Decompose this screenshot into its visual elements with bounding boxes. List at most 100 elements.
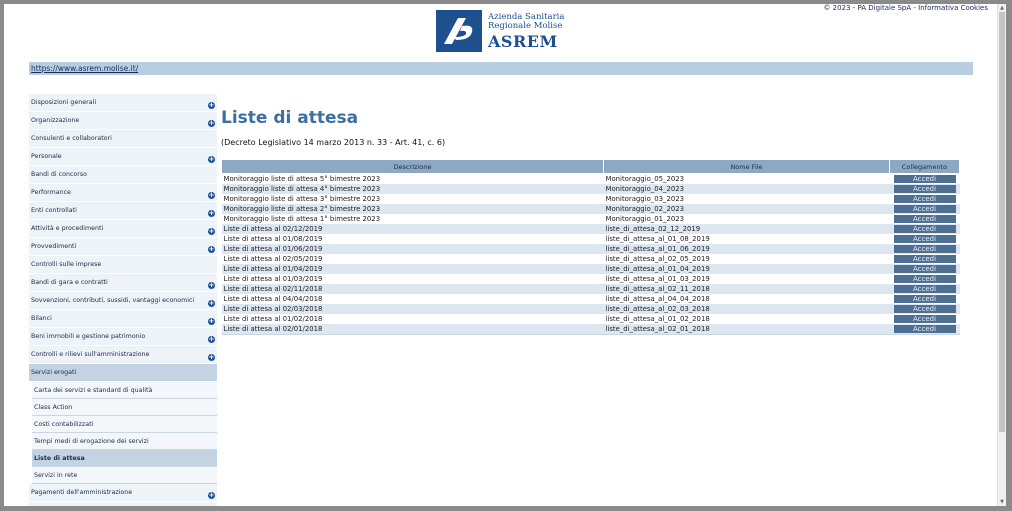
cell-filename: liste_di_attesa_al_02_05_2019 bbox=[605, 255, 710, 263]
sidebar-item-consulenti-e-collaboratori[interactable]: Consulenti e collaboratori bbox=[29, 130, 217, 148]
plus-circle-icon[interactable]: + bbox=[208, 336, 215, 343]
table-row: Liste di attesa al 01/02/2018 liste_di_at… bbox=[222, 314, 960, 324]
table-row: Monitoraggio liste di attesa 4° bimestre… bbox=[221, 184, 960, 194]
plus-circle-icon[interactable]: + bbox=[208, 228, 215, 235]
sidebar-item-controlli-e-rilievi-sull-amministrazione[interactable]: Controlli e rilievi sull'amministrazione… bbox=[29, 346, 217, 364]
sidebar-item-sovvenzioni-contributi-sussidi-vantaggi-economici[interactable]: Sovvenzioni, contributi, sussidi, vantag… bbox=[29, 292, 217, 310]
sidebar-item-performance[interactable]: Performance + bbox=[29, 184, 217, 202]
plus-circle-icon[interactable]: + bbox=[208, 354, 215, 361]
column-header-link: Collegamento bbox=[889, 159, 960, 174]
cell-filename: Monitoraggio_01_2023 bbox=[605, 215, 685, 223]
cell-description: Liste di attesa al 02/05/2019 bbox=[223, 255, 323, 263]
cell-filename: liste_di_attesa_02_12_2019 bbox=[603, 224, 890, 234]
cell-link: Accedi bbox=[889, 324, 960, 335]
accedi-button[interactable]: Accedi bbox=[893, 205, 956, 213]
plus-circle-icon[interactable]: + bbox=[208, 156, 215, 163]
accedi-button[interactable]: Accedi bbox=[893, 225, 956, 233]
cell-link: Accedi bbox=[889, 304, 960, 314]
plus-circle-icon[interactable]: + bbox=[208, 282, 215, 289]
sidebar-item-label: Disposizioni generali bbox=[31, 99, 97, 106]
sidebar-subitem-label: Class Action bbox=[34, 404, 73, 411]
table-row: Liste di attesa al 01/04/2019 liste_di_at… bbox=[221, 264, 960, 274]
accedi-button[interactable]: Accedi bbox=[893, 255, 956, 263]
accedi-button[interactable]: Accedi bbox=[893, 275, 956, 283]
sidebar-item-controlli-sulle-imprese[interactable]: Controlli sulle imprese bbox=[29, 256, 217, 274]
asrem-logo[interactable]: Azienda Sanitaria Regionale Molise ASREM bbox=[436, 10, 566, 58]
scroll-up-icon[interactable]: ▲ bbox=[998, 4, 1006, 12]
accedi-button[interactable]: Accedi bbox=[893, 285, 956, 293]
sidebar-item-beni-immobili-e-gestione-patrimonio[interactable]: Beni immobili e gestione patrimonio + bbox=[29, 328, 217, 346]
accedi-button[interactable]: Accedi bbox=[893, 265, 956, 273]
sidebar-item-enti-controllati[interactable]: Enti controllati + bbox=[29, 202, 217, 220]
sidebar-item-pagamenti-dell-amministrazione[interactable]: Pagamenti dell'amministrazione + bbox=[29, 484, 217, 502]
accedi-button[interactable]: Accedi bbox=[893, 325, 956, 333]
cell-description: Liste di attesa al 01/03/2019 bbox=[223, 275, 323, 283]
cell-link: Accedi bbox=[889, 244, 960, 254]
cell-description: Liste di attesa al 02/01/2018 bbox=[221, 324, 604, 335]
cell-filename: Monitoraggio_04_2023 bbox=[603, 184, 890, 194]
site-url-link[interactable]: https://www.asrem.molise.it/ bbox=[31, 64, 138, 73]
sidebar-item-opere-pubbliche[interactable]: Opere pubbliche+ bbox=[29, 502, 217, 506]
sidebar-subitem-tempi-medi-di-erogazione-dei-servizi[interactable]: Tempi medi di erogazione dei servizi bbox=[32, 433, 217, 450]
sidebar-item-provvedimenti[interactable]: Provvedimenti + bbox=[29, 238, 217, 256]
sidebar-subitem-costi-contabilizzati[interactable]: Costi contabilizzati bbox=[32, 416, 217, 433]
cell-description: Liste di attesa al 02/12/2019 bbox=[221, 224, 604, 234]
sidebar-subitem-servizi-in-rete[interactable]: Servizi in rete bbox=[32, 467, 217, 484]
cell-filename: liste_di_attesa_al_02_11_2018 bbox=[603, 284, 890, 294]
plus-circle-icon[interactable]: + bbox=[208, 102, 215, 109]
accedi-button[interactable]: Accedi bbox=[893, 215, 956, 223]
cell-link: Accedi bbox=[889, 184, 960, 194]
accedi-button[interactable]: Accedi bbox=[893, 235, 956, 243]
accedi-button[interactable]: Accedi bbox=[893, 185, 956, 193]
table-row: Liste di attesa al 02/12/2019 liste_di_at… bbox=[221, 224, 960, 234]
accedi-button[interactable]: Accedi bbox=[893, 195, 956, 203]
accedi-button[interactable]: Accedi bbox=[893, 175, 956, 183]
sidebar-nav: Disposizioni generali + Organizzazione + Con… bbox=[29, 94, 217, 506]
accedi-button[interactable]: Accedi bbox=[893, 295, 956, 303]
copyright-link[interactable]: © 2023 - PA Digitale SpA - Informativa C… bbox=[823, 4, 988, 12]
sidebar-item-personale[interactable]: Personale + bbox=[29, 148, 217, 166]
accedi-button[interactable]: Accedi bbox=[893, 305, 956, 313]
sidebar-item-servizi-erogati[interactable]: Servizi erogati bbox=[29, 364, 217, 382]
cell-description: Liste di attesa al 02/03/2018 bbox=[221, 304, 604, 314]
scroll-down-icon[interactable]: ▼ bbox=[998, 498, 1006, 506]
cell-description: Monitoraggio liste di attesa 2° bimestre… bbox=[221, 204, 604, 214]
table-header-row: Descrizione Nome File Collegamento bbox=[221, 159, 960, 174]
sidebar-item-label: Controlli sulle imprese bbox=[31, 261, 102, 268]
plus-circle-icon[interactable]: + bbox=[208, 192, 215, 199]
sidebar-subitem-label: Servizi in rete bbox=[34, 472, 78, 479]
sidebar-item-bandi-di-gara-e-contratti[interactable]: Bandi di gara e contratti + bbox=[29, 274, 217, 292]
sidebar-item-bandi-di-concorso[interactable]: Bandi di concorso bbox=[29, 166, 217, 184]
sidebar-subitem-label: Tempi medi di erogazione dei servizi bbox=[34, 438, 149, 445]
sidebar-item-label: Attività e procedimenti bbox=[31, 225, 104, 232]
plus-circle-icon[interactable]: + bbox=[208, 300, 215, 307]
plus-circle-icon[interactable]: + bbox=[208, 246, 215, 253]
cell-description: Monitoraggio liste di attesa 4° bimestre… bbox=[221, 184, 604, 194]
plus-circle-icon[interactable]: + bbox=[208, 210, 215, 217]
plus-circle-icon[interactable]: + bbox=[208, 318, 215, 325]
cell-link: Accedi bbox=[889, 204, 960, 214]
table-row: Liste di attesa al 02/01/2018 liste_di_at… bbox=[221, 324, 960, 335]
cell-link: Accedi bbox=[889, 284, 960, 294]
cell-filename: liste_di_attesa_al_02_01_2018 bbox=[603, 324, 890, 335]
plus-circle-icon[interactable]: + bbox=[208, 120, 215, 127]
sidebar-item-attivit-e-procedimenti[interactable]: Attività e procedimenti + bbox=[29, 220, 217, 238]
plus-circle-icon[interactable]: + bbox=[208, 492, 215, 499]
sidebar-item-disposizioni-generali[interactable]: Disposizioni generali + bbox=[29, 94, 217, 112]
sidebar-subitem-carta-dei-servizi-e-standard-di-qualit[interactable]: Carta dei servizi e standard di qualità bbox=[32, 382, 217, 399]
asrem-logo-icon bbox=[436, 10, 482, 52]
vertical-scrollbar[interactable]: ▲ ▼ bbox=[997, 4, 1006, 506]
table-row: Liste di attesa al 01/03/2019 liste_di_at… bbox=[222, 274, 960, 284]
sidebar-subitem-liste-di-attesa[interactable]: Liste di attesa bbox=[32, 450, 217, 467]
sidebar-item-bilanci[interactable]: Bilanci + bbox=[29, 310, 217, 328]
sidebar-item-organizzazione[interactable]: Organizzazione + bbox=[29, 112, 217, 130]
accedi-button[interactable]: Accedi bbox=[893, 245, 956, 253]
sidebar-subitem-class-action[interactable]: Class Action bbox=[32, 399, 217, 416]
cell-filename: liste_di_attesa_al_01_08_2019 bbox=[605, 235, 710, 243]
accedi-button[interactable]: Accedi bbox=[893, 315, 956, 323]
cell-description: Liste di attesa al 04/04/2018 bbox=[223, 295, 323, 303]
scroll-thumb[interactable] bbox=[999, 12, 1005, 432]
cell-filename: liste_di_attesa_al_01_04_2019 bbox=[603, 264, 890, 274]
sidebar-item-label: Sovvenzioni, contributi, sussidi, vantag… bbox=[31, 297, 195, 304]
cell-link: Accedi bbox=[890, 314, 960, 324]
